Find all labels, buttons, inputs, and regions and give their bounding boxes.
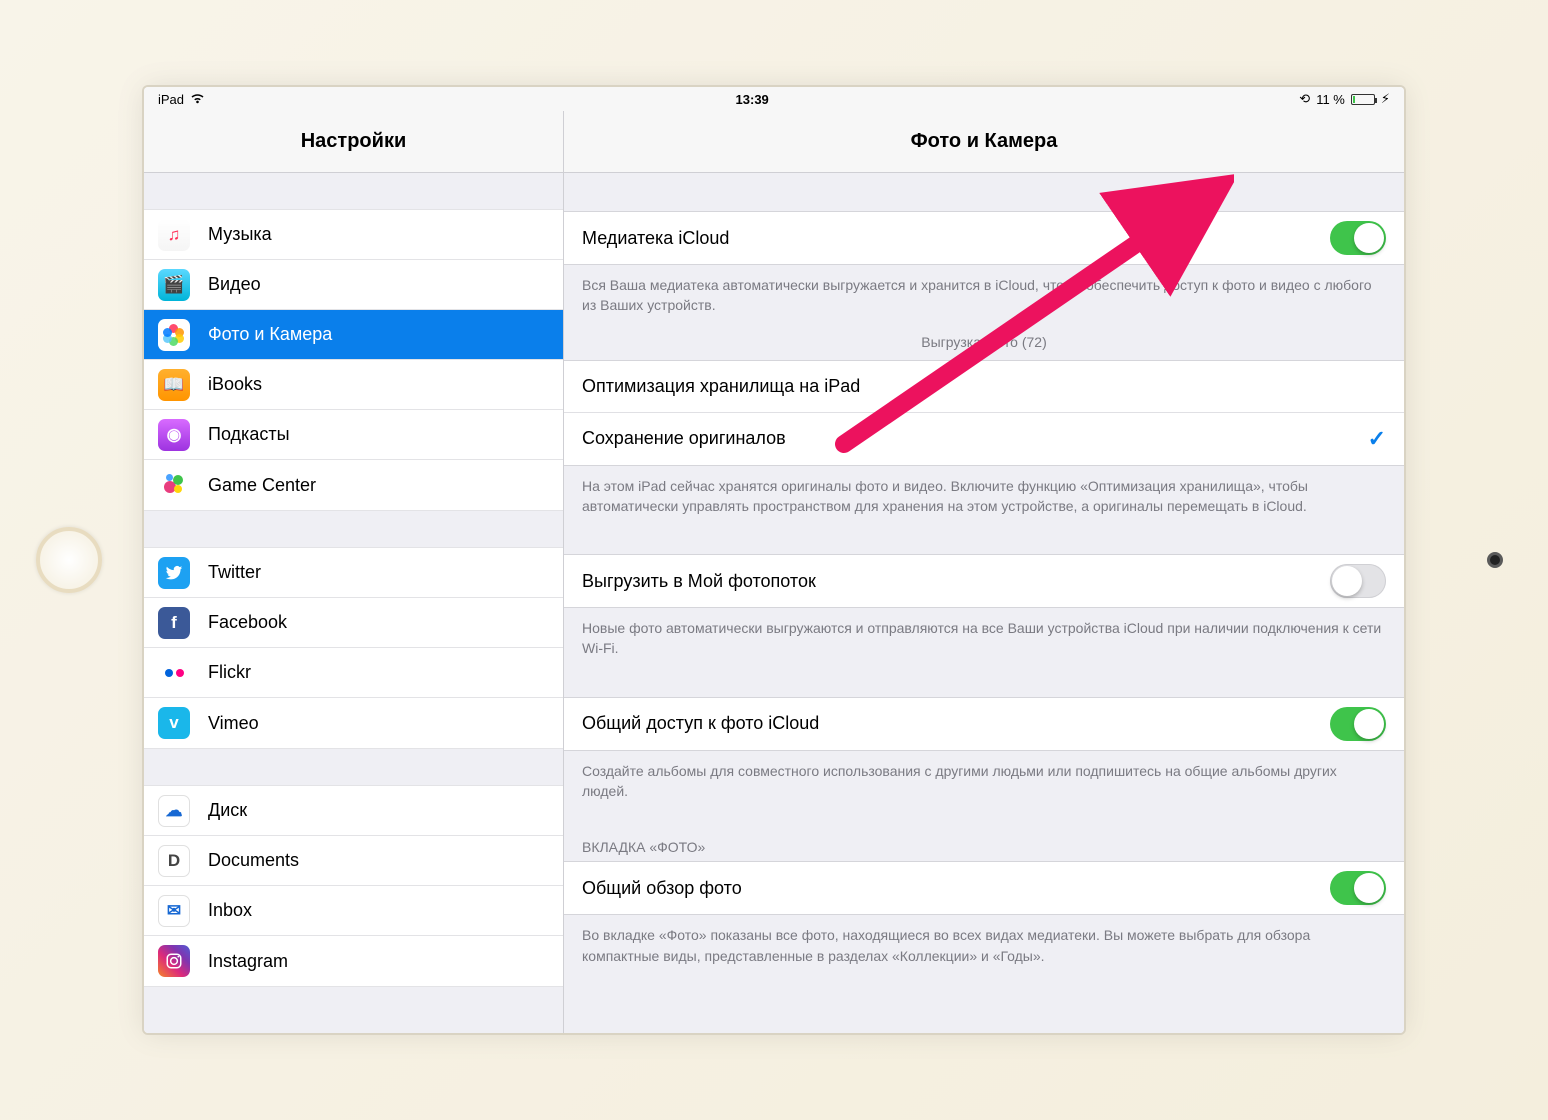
documents-icon: D — [158, 845, 190, 877]
device-label: iPad — [158, 92, 184, 107]
footer-photo-stream: Новые фото автоматически выгружаются и о… — [564, 608, 1404, 659]
sidebar-item-label: Documents — [208, 850, 299, 871]
sidebar-group-social: Twitter f Facebook Flickr v Vimeo — [144, 547, 563, 749]
sidebar-item-label: Видео — [208, 274, 261, 295]
sidebar-group-media: ♫ Музыка 🎬 Видео — [144, 209, 563, 511]
inbox-icon: ✉︎ — [158, 895, 190, 927]
sidebar-item-label: Facebook — [208, 612, 287, 633]
home-button[interactable] — [36, 527, 102, 593]
sidebar-item-music[interactable]: ♫ Музыка — [144, 210, 563, 260]
clock: 13:39 — [736, 92, 769, 107]
sidebar-item-ibooks[interactable]: 📖 iBooks — [144, 360, 563, 410]
gamecenter-icon — [158, 469, 190, 501]
upload-status: Выгрузка фото (72) — [564, 316, 1404, 358]
checkmark-icon: ✓ — [1368, 426, 1386, 452]
charging-icon: ⚡︎ — [1381, 91, 1390, 107]
row-label: Оптимизация хранилища на iPad — [582, 376, 1386, 397]
detail-pane: Фото и Камера Медиатека iCloud — [564, 111, 1404, 1033]
row-label: Общий доступ к фото iCloud — [582, 713, 1330, 734]
sidebar-item-label: Диск — [208, 800, 247, 821]
row-keep-originals[interactable]: Сохранение оригиналов ✓ — [564, 413, 1404, 465]
sidebar-item-disk[interactable]: ☁︎ Диск — [144, 786, 563, 836]
ibooks-icon: 📖 — [158, 369, 190, 401]
header-photos-tab: ВКЛАДКА «ФОТО» — [564, 839, 1404, 861]
footer-icloud-sharing: Создайте альбомы для совместного использ… — [564, 751, 1404, 802]
row-label: Медиатека iCloud — [582, 228, 1330, 249]
status-bar: iPad 13:39 ⟲ 11 % ⚡︎ — [144, 87, 1404, 111]
sidebar-item-flickr[interactable]: Flickr — [144, 648, 563, 698]
sidebar-item-label: Game Center — [208, 475, 316, 496]
flickr-icon — [158, 657, 190, 689]
sidebar-item-instagram[interactable]: Instagram — [144, 936, 563, 986]
toggle-photo-summary[interactable] — [1330, 871, 1386, 905]
sidebar-title: Настройки — [144, 111, 563, 173]
sidebar-item-label: Подкасты — [208, 424, 290, 445]
sidebar-group-apps: ☁︎ Диск D Documents ✉︎ Inbox Instagram — [144, 785, 563, 987]
twitter-icon — [158, 557, 190, 589]
sidebar-item-label: Twitter — [208, 562, 261, 583]
row-optimize-storage[interactable]: Оптимизация хранилища на iPad — [564, 361, 1404, 413]
wifi-icon — [190, 92, 205, 107]
facebook-icon: f — [158, 607, 190, 639]
orientation-lock-icon: ⟲ — [1299, 91, 1310, 107]
sidebar-item-twitter[interactable]: Twitter — [144, 548, 563, 598]
disk-icon: ☁︎ — [158, 795, 190, 827]
sidebar-item-label: Instagram — [208, 951, 288, 972]
toggle-icloud-library[interactable] — [1330, 221, 1386, 255]
instagram-icon — [158, 945, 190, 977]
row-label: Общий обзор фото — [582, 878, 1330, 899]
battery-percent: 11 % — [1316, 92, 1345, 107]
row-icloud-sharing[interactable]: Общий доступ к фото iCloud — [564, 698, 1404, 750]
footer-photo-summary: Во вкладке «Фото» показаны все фото, нах… — [564, 915, 1404, 966]
photos-icon — [158, 319, 190, 351]
sidebar-item-label: Фото и Камера — [208, 324, 332, 345]
row-label: Выгрузить в Мой фотопоток — [582, 571, 1330, 592]
front-camera — [1487, 552, 1503, 568]
toggle-icloud-sharing[interactable] — [1330, 707, 1386, 741]
sidebar-item-podcasts[interactable]: ◉ Подкасты — [144, 410, 563, 460]
sidebar: Настройки ♫ Музыка 🎬 Видео — [144, 111, 564, 1033]
podcasts-icon: ◉ — [158, 419, 190, 451]
vimeo-icon: v — [158, 707, 190, 739]
sidebar-item-photos[interactable]: Фото и Камера — [144, 310, 563, 360]
sidebar-item-facebook[interactable]: f Facebook — [144, 598, 563, 648]
sidebar-item-documents[interactable]: D Documents — [144, 836, 563, 886]
row-label: Сохранение оригиналов — [582, 428, 1368, 449]
sidebar-item-label: Flickr — [208, 662, 251, 683]
row-photo-stream[interactable]: Выгрузить в Мой фотопоток — [564, 555, 1404, 607]
sidebar-item-label: Музыка — [208, 224, 272, 245]
music-icon: ♫ — [158, 219, 190, 251]
ipad-frame: iPad 13:39 ⟲ 11 % ⚡︎ Настройки ♫Музыка � — [0, 0, 1548, 1120]
sidebar-item-label: iBooks — [208, 374, 262, 395]
toggle-photo-stream[interactable] — [1330, 564, 1386, 598]
sidebar-item-inbox[interactable]: ✉︎ Inbox — [144, 886, 563, 936]
footer-storage: На этом iPad сейчас хранятся оригиналы ф… — [564, 466, 1404, 517]
row-icloud-library[interactable]: Медиатека iCloud — [564, 212, 1404, 264]
sidebar-item-label: Vimeo — [208, 713, 259, 734]
video-icon: 🎬 — [158, 269, 190, 301]
detail-title: Фото и Камера — [564, 111, 1404, 173]
sidebar-item-video[interactable]: 🎬 Видео — [144, 260, 563, 310]
sidebar-item-gamecenter[interactable]: Game Center — [144, 460, 563, 510]
sidebar-item-label: Inbox — [208, 900, 252, 921]
footer-icloud-library: Вся Ваша медиатека автоматически выгружа… — [564, 265, 1404, 316]
screen: iPad 13:39 ⟲ 11 % ⚡︎ Настройки ♫Музыка � — [144, 87, 1404, 1033]
row-photo-summary[interactable]: Общий обзор фото — [564, 862, 1404, 914]
sidebar-item-vimeo[interactable]: v Vimeo — [144, 698, 563, 748]
battery-icon — [1351, 94, 1375, 105]
